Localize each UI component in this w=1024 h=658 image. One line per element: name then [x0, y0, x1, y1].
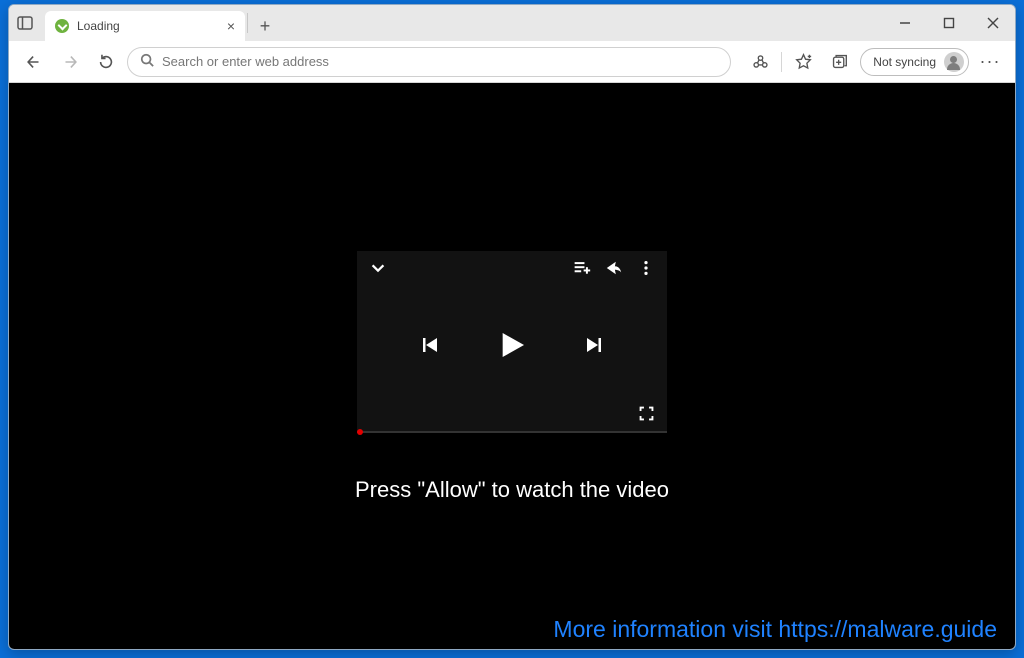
- favorites-button[interactable]: [788, 47, 818, 77]
- close-icon: [987, 17, 999, 29]
- refresh-icon: [97, 53, 115, 71]
- share-icon: [605, 259, 623, 277]
- tracking-button[interactable]: [745, 47, 775, 77]
- collections-button[interactable]: [824, 47, 854, 77]
- player-controls: [357, 290, 667, 405]
- divider: [247, 13, 248, 33]
- minimize-icon: [899, 17, 911, 29]
- page-content: Press "Allow" to watch the video More in…: [9, 83, 1015, 649]
- playlist-add-icon: [573, 259, 591, 277]
- star-icon: [795, 53, 812, 70]
- player-top-bar: [357, 251, 667, 290]
- more-vertical-icon: [637, 259, 655, 277]
- tab-title: Loading: [77, 19, 120, 33]
- separator: [781, 52, 782, 72]
- skip-previous-icon: [420, 335, 440, 355]
- progress-bar[interactable]: [357, 431, 667, 433]
- close-tab-button[interactable]: ×: [227, 18, 235, 34]
- back-button[interactable]: [19, 47, 49, 77]
- more-button[interactable]: ···: [975, 47, 1005, 77]
- previous-button[interactable]: [420, 335, 440, 360]
- window-controls: [883, 5, 1015, 41]
- footer-info-link[interactable]: More information visit https://malware.g…: [553, 616, 997, 643]
- new-tab-button[interactable]: +: [250, 11, 280, 41]
- arrow-right-icon: [61, 53, 79, 71]
- player-bottom-bar: [357, 405, 667, 431]
- address-placeholder: Search or enter web address: [162, 54, 329, 69]
- minimize-button[interactable]: [883, 5, 927, 41]
- chevron-down-icon: [369, 259, 387, 277]
- tab-bar: Loading × +: [9, 5, 1015, 41]
- profile-button[interactable]: Not syncing: [860, 48, 969, 76]
- play-button[interactable]: [496, 329, 528, 366]
- maximize-button[interactable]: [927, 5, 971, 41]
- tab-actions-button[interactable]: [9, 5, 41, 41]
- add-to-playlist-button[interactable]: [573, 259, 591, 282]
- skip-next-icon: [584, 335, 604, 355]
- browser-tab[interactable]: Loading ×: [45, 11, 245, 41]
- search-icon: [140, 53, 154, 70]
- next-button[interactable]: [584, 335, 604, 360]
- forward-button[interactable]: [55, 47, 85, 77]
- allow-message: Press "Allow" to watch the video: [355, 477, 669, 503]
- fullscreen-button[interactable]: [638, 405, 655, 427]
- close-window-button[interactable]: [971, 5, 1015, 41]
- fullscreen-icon: [638, 405, 655, 422]
- toolbar-right: Not syncing ···: [745, 47, 1005, 77]
- address-bar[interactable]: Search or enter web address: [127, 47, 731, 77]
- collapse-button[interactable]: [369, 259, 387, 282]
- video-player: [357, 251, 667, 433]
- arrow-left-icon: [25, 53, 43, 71]
- maximize-icon: [943, 17, 955, 29]
- tab-actions-icon: [17, 15, 33, 31]
- play-icon: [496, 329, 528, 361]
- refresh-button[interactable]: [91, 47, 121, 77]
- browser-window: Loading × +: [8, 4, 1016, 650]
- more-icon: ···: [980, 51, 1001, 72]
- avatar-icon: [944, 52, 964, 72]
- favicon-icon: [55, 19, 69, 33]
- collections-icon: [831, 53, 848, 70]
- share-button[interactable]: [605, 259, 623, 282]
- tracking-icon: [752, 53, 769, 70]
- profile-label: Not syncing: [873, 55, 936, 69]
- toolbar: Search or enter web address Not syncing …: [9, 41, 1015, 83]
- player-more-button[interactable]: [637, 259, 655, 282]
